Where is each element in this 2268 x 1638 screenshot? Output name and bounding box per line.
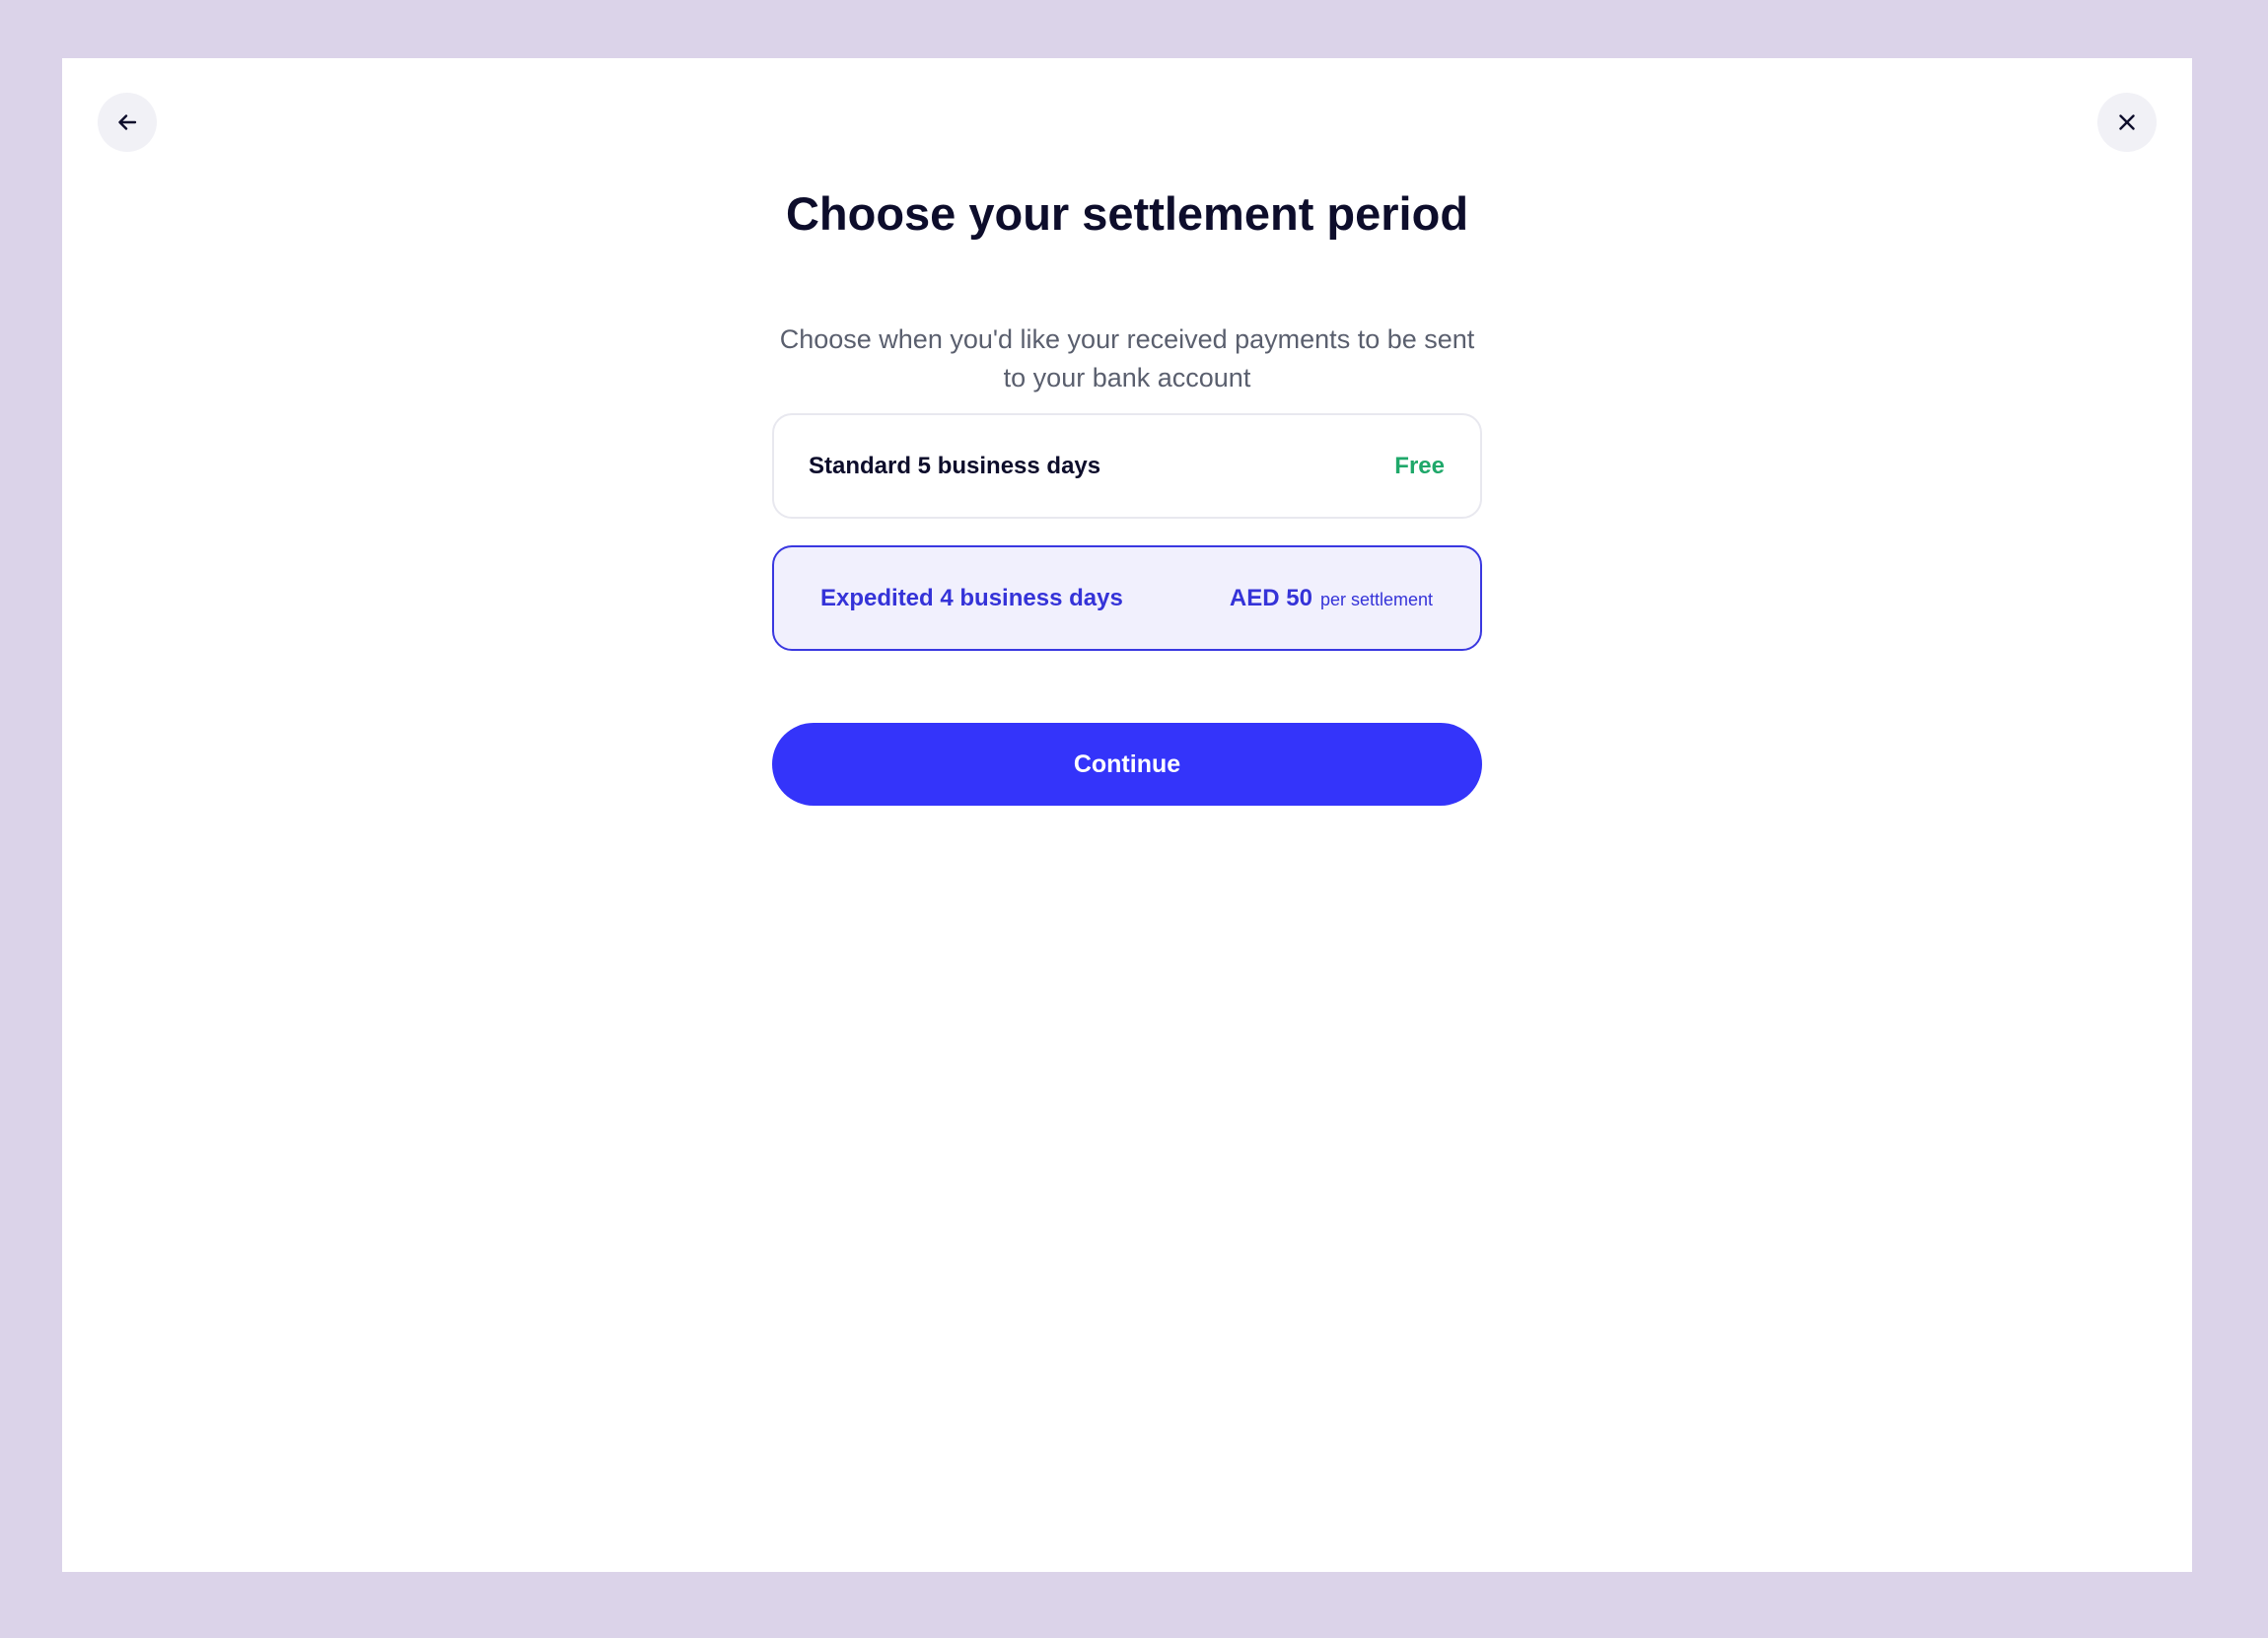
continue-button[interactable]: Continue [772, 723, 1482, 806]
option-standard-price: Free [1394, 452, 1445, 479]
option-expedited-amount: AED 50 [1229, 584, 1312, 611]
page-subtitle: Choose when you'd like your received pay… [779, 324, 1475, 392]
back-button[interactable] [98, 93, 157, 152]
option-expedited-label: Expedited 4 business days [820, 584, 1123, 611]
option-expedited[interactable]: Expedited 4 business days AED 50 per set… [772, 545, 1482, 651]
close-button[interactable] [2097, 93, 2157, 152]
option-standard[interactable]: Standard 5 business days Free [772, 413, 1482, 519]
settlement-modal: Choose your settlement period Choose whe… [62, 58, 2192, 1572]
option-expedited-price-unit: per settlement [1319, 589, 1433, 609]
option-expedited-price: AED 50 per settlement [1230, 585, 1433, 612]
page-title: Choose your settlement period [785, 187, 1469, 240]
arrow-left-icon [118, 114, 137, 130]
close-icon [2119, 114, 2135, 130]
option-standard-label: Standard 5 business days [809, 452, 1101, 479]
